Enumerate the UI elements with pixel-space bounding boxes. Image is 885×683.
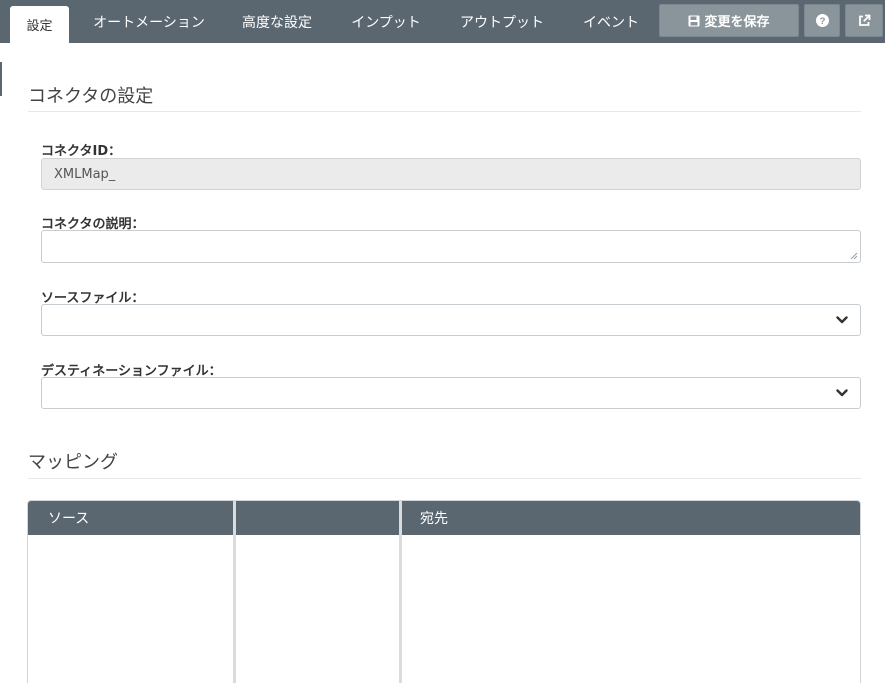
- left-edge-marker: [0, 62, 2, 96]
- save-button-label: 変更を保存: [704, 15, 770, 30]
- tab-events[interactable]: イベント: [568, 0, 654, 43]
- connector-settings-title: コネクタの設定: [28, 86, 154, 107]
- destination-file-select[interactable]: [41, 377, 861, 409]
- tab-output[interactable]: アウトプット: [446, 0, 558, 43]
- source-file-select[interactable]: [41, 304, 861, 336]
- chevron-down-icon: [836, 389, 848, 397]
- tab-settings[interactable]: 設定: [10, 6, 69, 43]
- save-button[interactable]: 変更を保存: [659, 4, 799, 37]
- mapping-table: ソース 宛先: [27, 500, 861, 683]
- connector-id-field: XMLMap_: [41, 158, 861, 190]
- connector-id-value: XMLMap_: [54, 166, 116, 182]
- tab-input[interactable]: インプット: [336, 0, 436, 43]
- resize-grip-icon[interactable]: [850, 252, 858, 260]
- mapping-source-panel[interactable]: [28, 535, 233, 683]
- svg-text:?: ?: [819, 16, 825, 27]
- open-external-button[interactable]: [845, 4, 883, 37]
- tab-automation[interactable]: オートメーション: [80, 0, 218, 43]
- top-tab-bar: 設定 オートメーション 高度な設定 インプット アウトプット イベント 変更を保…: [0, 0, 885, 43]
- question-circle-icon: ?: [815, 14, 829, 27]
- mapping-header-source: ソース: [28, 501, 233, 535]
- chevron-down-icon: [836, 316, 848, 324]
- mapping-header-middle: [236, 501, 399, 535]
- floppy-disk-icon: [688, 15, 700, 27]
- tab-advanced[interactable]: 高度な設定: [228, 0, 326, 43]
- section-divider: [28, 111, 861, 112]
- mapping-header-destination: 宛先: [402, 501, 860, 535]
- mapping-connector-panel: [236, 535, 399, 683]
- connector-description-field[interactable]: [41, 230, 861, 263]
- external-link-icon: [858, 14, 871, 27]
- help-button[interactable]: ?: [804, 4, 840, 37]
- mapping-title: マッピング: [28, 452, 118, 473]
- mapping-destination-panel[interactable]: [402, 535, 860, 683]
- connector-id-label: コネクタID：: [41, 144, 122, 159]
- section-divider: [28, 478, 861, 479]
